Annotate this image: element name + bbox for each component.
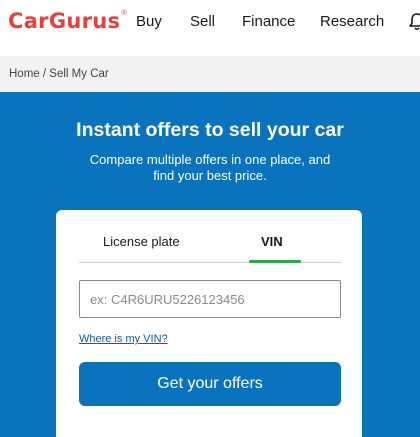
nav-item-sell[interactable]: Sell	[190, 12, 215, 32]
nav-item-buy[interactable]: Buy	[136, 12, 162, 32]
logo-wordmark: CarGurus	[8, 9, 121, 33]
breadcrumb-separator: /	[42, 68, 47, 80]
vin-input[interactable]	[79, 280, 341, 318]
hero-section: Instant offers to sell your car Compare …	[0, 92, 420, 437]
tab-license-plate[interactable]: License plate	[103, 234, 180, 250]
nav-item-research[interactable]: Research	[320, 12, 384, 32]
site-header: CarGurus ® Buy Sell Finance Research	[0, 0, 420, 44]
nav-item-finance[interactable]: Finance	[242, 12, 295, 32]
registered-mark: ®	[121, 9, 127, 17]
active-tab-indicator	[249, 260, 301, 263]
breadcrumb-home[interactable]: Home	[9, 68, 40, 80]
tab-vin[interactable]: VIN	[261, 234, 283, 250]
breadcrumb-trail: Home / Sell My Car	[9, 67, 109, 81]
breadcrumb: Home / Sell My Car	[0, 56, 420, 92]
get-offers-button[interactable]: Get your offers	[79, 362, 341, 406]
bell-icon[interactable]	[407, 12, 420, 32]
tab-divider	[79, 262, 341, 263]
cargurus-logo[interactable]: CarGurus ®	[8, 8, 127, 34]
hero-title: Instant offers to sell your car	[76, 119, 344, 141]
breadcrumb-current: Sell My Car	[49, 68, 109, 80]
vin-help-link[interactable]: Where is my VIN?	[79, 332, 168, 346]
offer-form-card: License plate VIN Where is my VIN? Get y…	[56, 210, 362, 437]
hero-subtitle: Compare multiple offers in one place, an…	[89, 152, 331, 183]
